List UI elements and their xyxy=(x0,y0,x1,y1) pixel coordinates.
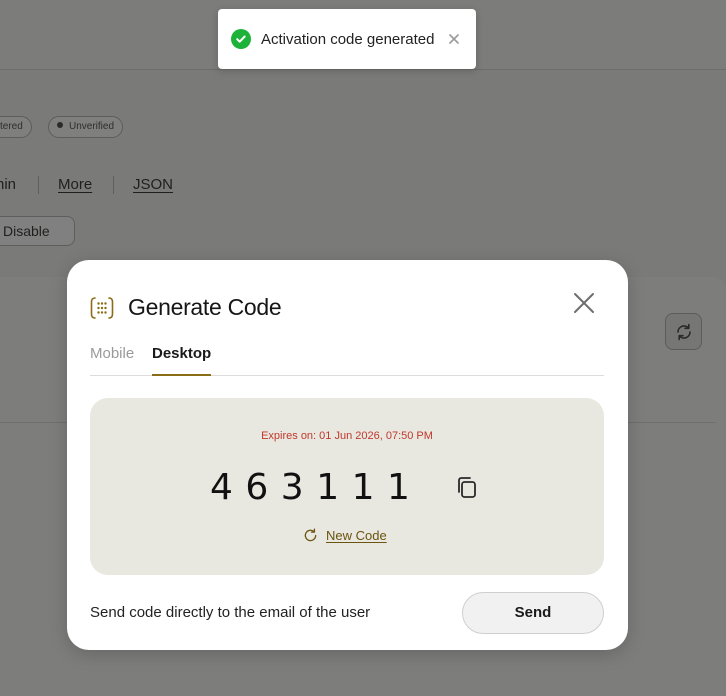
unverified-badge-label: Unverified xyxy=(69,121,115,132)
expiry-text: Expires on: 01 Jun 2026, 07:50 PM xyxy=(261,430,433,442)
registered-badge: stered xyxy=(0,116,32,138)
unverified-badge: Unverified xyxy=(48,116,124,138)
send-button[interactable]: Send xyxy=(462,592,604,634)
generate-code-dialog: Generate Code Mobile Desktop Expires on:… xyxy=(67,260,628,650)
activation-code: 463111 xyxy=(210,467,423,508)
close-icon xyxy=(449,34,460,44)
tab-desktop[interactable]: Desktop xyxy=(152,345,212,376)
registered-badge-label: stered xyxy=(0,121,23,132)
refresh-icon xyxy=(676,323,691,340)
refresh-icon xyxy=(304,528,317,542)
toast-message: Activation code generated xyxy=(261,30,435,48)
send-description: Send code directly to the email of the u… xyxy=(90,604,371,621)
tab-mobile[interactable]: Mobile xyxy=(90,345,134,375)
code-card: Expires on: 01 Jun 2026, 07:50 PM 463111… xyxy=(90,398,604,575)
link-separator xyxy=(38,176,39,194)
check-circle-icon xyxy=(231,29,251,49)
dialog-title: Generate Code xyxy=(128,294,282,320)
json-link[interactable]: JSON xyxy=(133,176,173,193)
more-link[interactable]: More xyxy=(58,176,92,193)
keypad-icon xyxy=(90,297,114,319)
disable-button-label: Disable xyxy=(3,223,50,239)
new-code-button[interactable]: New Code xyxy=(303,528,387,543)
disable-button[interactable]: Disable xyxy=(0,216,75,246)
role-link[interactable]: nin xyxy=(0,176,16,193)
status-dot-icon xyxy=(57,122,63,128)
copy-icon[interactable] xyxy=(455,475,479,501)
code-type-tabs: Mobile Desktop xyxy=(90,345,604,376)
close-icon[interactable] xyxy=(572,291,596,315)
success-toast: Activation code generated xyxy=(218,9,476,69)
new-code-label: New Code xyxy=(326,528,387,543)
link-separator xyxy=(113,176,114,194)
refresh-button[interactable] xyxy=(665,313,702,350)
toast-close-button[interactable] xyxy=(447,32,461,46)
